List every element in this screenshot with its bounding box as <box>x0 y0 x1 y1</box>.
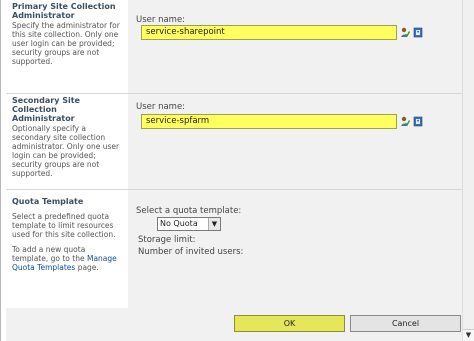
quota-title: Quota Template <box>12 197 84 206</box>
quota-info: Quota Template Select a predefined quota… <box>6 190 126 308</box>
secondary-admin-info: Secondary Site Collection Administrator … <box>6 94 126 189</box>
quota-add-text: To add a new quota template, go to the M… <box>12 245 120 272</box>
secondary-user-label: User name: <box>136 102 186 112</box>
primary-user-label: User name: <box>136 15 186 25</box>
secondary-admin-description: Optionally specify a secondary site coll… <box>12 124 120 178</box>
address-book-icon[interactable] <box>413 27 423 38</box>
quota-add-text-before: To add a new quota template, go to the <box>12 245 86 263</box>
quota-selected-value: No Quota <box>160 219 198 228</box>
vertical-scrollbar[interactable]: ▼ <box>462 0 474 341</box>
check-names-icon[interactable] <box>400 116 411 127</box>
quota-template-select[interactable]: No Quota ▼ <box>157 217 221 231</box>
primary-admin-description: Specify the administrator for this site … <box>12 21 120 66</box>
secondary-admin-panel: User name: service-spfarm <box>128 94 462 189</box>
quota-add-text-after: page. <box>77 263 99 272</box>
ok-button[interactable]: OK <box>234 315 345 332</box>
primary-admin-section: Primary Site Collection Administrator Sp… <box>6 0 462 94</box>
quota-description: Select a predefined quota template to li… <box>12 212 116 239</box>
primary-admin-info: Primary Site Collection Administrator Sp… <box>6 0 126 93</box>
address-book-icon[interactable] <box>413 116 423 127</box>
scroll-down-icon[interactable]: ▼ <box>463 329 474 341</box>
secondary-admin-section: Secondary Site Collection Administrator … <box>6 94 462 190</box>
secondary-user-field[interactable]: service-spfarm <box>141 114 397 129</box>
check-names-icon[interactable] <box>400 27 411 38</box>
quota-section: Quota Template Select a predefined quota… <box>6 190 462 308</box>
chevron-down-icon[interactable]: ▼ <box>208 218 220 230</box>
primary-admin-panel: User name: service-sharepoint <box>128 0 462 93</box>
secondary-admin-title: Secondary Site Collection Administrator <box>12 96 80 123</box>
button-bar: OK Cancel <box>6 308 462 341</box>
storage-limit-label: Storage limit: <box>138 235 196 245</box>
primary-admin-title: Primary Site Collection Administrator <box>12 2 116 20</box>
invited-users-label: Number of invited users: <box>138 247 244 257</box>
primary-user-field[interactable]: service-sharepoint <box>141 25 397 40</box>
quota-select-label: Select a quota template: <box>136 206 242 216</box>
cancel-button[interactable]: Cancel <box>350 315 461 332</box>
quota-panel: Select a quota template: No Quota ▼ Stor… <box>128 190 462 308</box>
